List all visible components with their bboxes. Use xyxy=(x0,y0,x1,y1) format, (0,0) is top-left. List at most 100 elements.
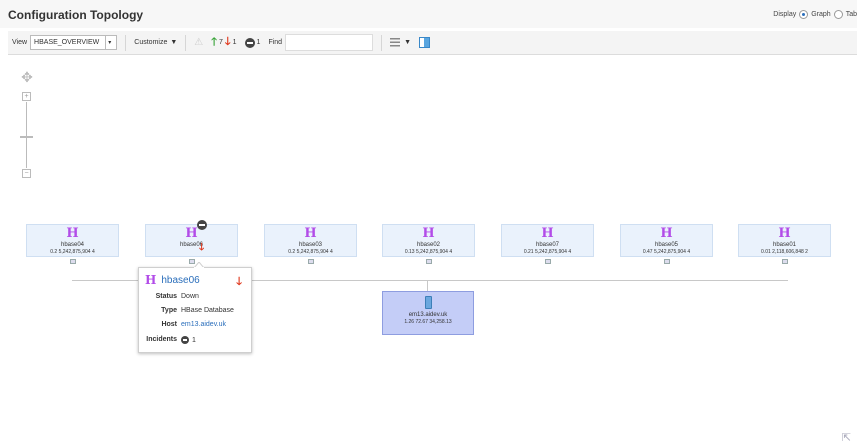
tab-radio[interactable] xyxy=(833,10,843,19)
toolbar: View HBASE_OVERVIEW ▾ Customize ▼ ⚠ 🡑 7 … xyxy=(8,31,857,55)
incident-icon xyxy=(181,336,189,344)
display-toggle: Display Graph Tab xyxy=(773,10,857,19)
layout-menu-button[interactable]: ▼ xyxy=(390,38,411,47)
expand-icon[interactable] xyxy=(70,259,76,264)
incident-icon[interactable] xyxy=(197,220,207,230)
status-summary: 🡑 7 🡓 1 xyxy=(211,33,236,52)
hbase-icon: H xyxy=(778,226,791,241)
incident-icon xyxy=(244,37,255,48)
incidents-count: 1 xyxy=(192,336,196,344)
node-metrics: 0.21 5,242,875,904 4 xyxy=(523,249,572,255)
node-metrics: 0.47 5,242,875,904 4 xyxy=(642,249,691,255)
graph-radio[interactable] xyxy=(799,10,809,19)
incident-count: 1 xyxy=(256,39,261,46)
view-group: View HBASE_OVERVIEW ▾ xyxy=(12,35,118,50)
node-name: hbase02 xyxy=(416,242,441,248)
zoom-out-icon[interactable]: − xyxy=(22,169,31,178)
target-node-hbase04[interactable]: H hbase04 0.2 5,242,875,904 4 xyxy=(26,224,119,264)
node-metrics: 0.2 5,242,875,904 4 xyxy=(50,249,95,255)
page-title: Configuration Topology xyxy=(8,8,144,22)
host-node-name: em13.aidev.uk xyxy=(408,312,448,318)
find-input[interactable] xyxy=(285,34,374,51)
host-label: Host xyxy=(161,321,177,328)
hbase-icon: H xyxy=(304,226,317,241)
popup-target-link[interactable]: hbase06 xyxy=(161,275,199,286)
hbase-icon: H xyxy=(185,226,198,241)
node-name: hbase07 xyxy=(535,242,560,248)
page-header: Configuration Topology Display Graph Tab xyxy=(0,0,857,28)
expand-icon[interactable] xyxy=(308,259,314,264)
find-label: Find xyxy=(268,39,283,46)
chevron-down-icon[interactable]: ▾ xyxy=(105,36,113,49)
incidents-value[interactable]: 1 xyxy=(181,336,196,344)
pan-icon[interactable]: ✥ xyxy=(19,69,35,85)
node-name: hbase05 xyxy=(654,242,679,248)
down-arrow-icon: 🡓 xyxy=(236,276,242,288)
down-arrow-icon[interactable]: 🡓 xyxy=(225,33,231,52)
display-label: Display xyxy=(773,11,797,18)
target-node-hbase02[interactable]: H hbase02 0.13 5,242,875,904 4 xyxy=(382,224,475,264)
node-name: hbase04 xyxy=(60,242,85,248)
node-name: hbase01 xyxy=(772,242,797,248)
target-node-hbase06[interactable]: H 🡓 hbase06 xyxy=(145,220,238,264)
resize-corner-icon[interactable]: ⇱ xyxy=(842,431,851,444)
panel-toggle-icon[interactable] xyxy=(419,37,431,48)
zoom-in-icon[interactable]: + xyxy=(22,92,31,101)
node-metrics: 0.2 5,242,875,904 4 xyxy=(288,249,333,255)
tab-option-label[interactable]: Tab xyxy=(846,11,857,18)
node-metrics: 0.01 2,118,606,848 2 xyxy=(761,249,808,255)
node-name: hbase06 xyxy=(179,242,204,248)
up-arrow-icon[interactable]: 🡑 xyxy=(211,33,217,52)
target-node-hbase05[interactable]: H hbase05 0.47 5,242,875,904 4 xyxy=(620,224,713,264)
server-icon xyxy=(424,296,432,309)
popup-header: H hbase06 xyxy=(145,273,200,287)
target-node-hbase01[interactable]: H hbase01 0.01 2,118,606,848 2 xyxy=(738,224,831,264)
zoom-control: ✥ + − xyxy=(18,69,36,179)
connector-line xyxy=(427,280,428,291)
view-select-value: HBASE_OVERVIEW xyxy=(34,39,100,46)
up-count: 7 xyxy=(219,39,223,46)
hbase-icon: H xyxy=(422,226,435,241)
hbase-icon: H xyxy=(541,226,554,241)
view-label: View xyxy=(12,39,28,46)
type-label: Type xyxy=(161,307,177,314)
expand-icon[interactable] xyxy=(782,259,788,264)
view-select[interactable]: HBASE_OVERVIEW ▾ xyxy=(30,35,118,50)
node-name: hbase03 xyxy=(298,242,323,248)
warning-icon[interactable]: ⚠ xyxy=(194,37,203,48)
incidents-label: Incidents xyxy=(146,336,177,343)
expand-icon[interactable] xyxy=(426,259,432,264)
toolbar-divider xyxy=(185,34,187,51)
chevron-down-icon: ▼ xyxy=(170,39,178,46)
graph-option-label[interactable]: Graph xyxy=(811,11,830,18)
target-node-hbase07[interactable]: H hbase07 0.21 5,242,875,904 4 xyxy=(501,224,594,264)
incident-summary[interactable]: 1 xyxy=(244,37,261,48)
customize-button[interactable]: Customize ▼ xyxy=(134,39,177,46)
host-node[interactable]: em13.aidev.uk 1.26 72.67 34,258.13 xyxy=(382,291,474,335)
toolbar-divider xyxy=(381,34,383,51)
host-link[interactable]: em13.aidev.uk xyxy=(181,321,226,328)
toolbar-divider xyxy=(125,34,127,51)
hbase-icon: H xyxy=(145,273,157,287)
target-node-hbase03[interactable]: H hbase03 0.2 5,242,875,904 4 xyxy=(264,224,357,264)
topology-canvas[interactable]: ✥ + − H hbase04 0.2 5,242,875,904 4 H 🡓 … xyxy=(8,57,857,448)
find-group: Find xyxy=(268,34,374,51)
host-node-metrics: 1.26 72.67 34,258.13 xyxy=(404,319,452,325)
type-value: HBase Database xyxy=(181,307,234,314)
popup-pointer xyxy=(194,262,204,268)
status-value: Down xyxy=(181,293,199,300)
hbase-icon: H xyxy=(660,226,673,241)
node-metrics: 0.13 5,242,875,904 4 xyxy=(404,249,453,255)
list-icon xyxy=(390,38,401,47)
hbase-icon: H xyxy=(66,226,79,241)
zoom-slider-handle[interactable] xyxy=(20,136,33,138)
expand-icon[interactable] xyxy=(545,259,551,264)
chevron-down-icon: ▼ xyxy=(404,39,412,46)
status-label: Status xyxy=(155,293,177,300)
down-arrow-icon: 🡓 xyxy=(199,242,205,253)
customize-label: Customize xyxy=(134,39,168,46)
target-info-popup: H hbase06 🡓 Status Down Type HBase Datab… xyxy=(138,262,252,353)
expand-icon[interactable] xyxy=(664,259,670,264)
down-count: 1 xyxy=(232,39,237,46)
zoom-slider[interactable] xyxy=(26,102,27,168)
